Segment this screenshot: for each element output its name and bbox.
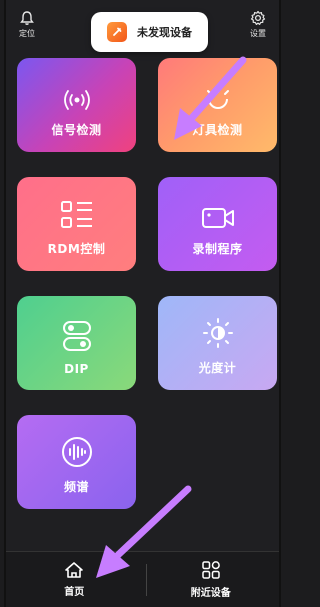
- settings-label: 设置: [250, 29, 266, 38]
- app-screen: 定位 未发现设备 设置 信号检测 灯具检测 RDM控制 录制程序 DIP 光度计…: [4, 0, 281, 607]
- bottom-nav-bar: 首页 附近设备: [6, 551, 279, 607]
- tile-label: RDM控制: [47, 242, 106, 256]
- nearby-devices-icon: [202, 561, 220, 579]
- device-status-pill[interactable]: 未发现设备: [91, 12, 208, 52]
- home-icon: [65, 562, 84, 578]
- tile-label: 频谱: [63, 480, 89, 494]
- video-icon: [201, 208, 234, 228]
- tile-label: DIP: [64, 362, 89, 376]
- signal-icon: [63, 90, 90, 110]
- locate-label: 定位: [19, 29, 35, 38]
- tile-label: 灯具检测: [192, 123, 243, 137]
- bell-icon: [20, 11, 34, 25]
- lamp-icon: [206, 86, 229, 109]
- tile-rdm-control[interactable]: RDM控制: [17, 177, 136, 271]
- nav-divider: [146, 564, 147, 596]
- top-bar: 定位 未发现设备 设置: [6, 0, 279, 52]
- tile-signal-detection[interactable]: 信号检测: [17, 58, 136, 152]
- list-icon: [60, 201, 92, 228]
- nav-home-label: 首页: [64, 587, 85, 598]
- tile-photometer[interactable]: 光度计: [158, 296, 277, 390]
- tile-spectrum[interactable]: 频谱: [17, 415, 136, 509]
- nav-nearby-devices[interactable]: 附近设备: [143, 552, 280, 607]
- toggle-icon: [62, 321, 91, 351]
- tile-label: 录制程序: [192, 242, 243, 256]
- nav-home[interactable]: 首页: [6, 552, 143, 607]
- gear-icon: [250, 10, 266, 25]
- tile-label: 信号检测: [51, 123, 102, 137]
- settings-button[interactable]: 设置: [241, 10, 275, 39]
- tile-label: 光度计: [198, 361, 237, 375]
- waveform-icon: [61, 437, 92, 467]
- locate-button[interactable]: 定位: [10, 10, 44, 39]
- tile-dip[interactable]: DIP: [17, 296, 136, 390]
- tile-lamp-detection[interactable]: 灯具检测: [158, 58, 277, 152]
- nav-nearby-devices-label: 附近设备: [190, 588, 231, 599]
- device-status-text: 未发现设备: [137, 26, 192, 39]
- tile-record-program[interactable]: 录制程序: [158, 177, 277, 271]
- app-logo-icon: [107, 22, 127, 42]
- brightness-icon: [202, 318, 233, 348]
